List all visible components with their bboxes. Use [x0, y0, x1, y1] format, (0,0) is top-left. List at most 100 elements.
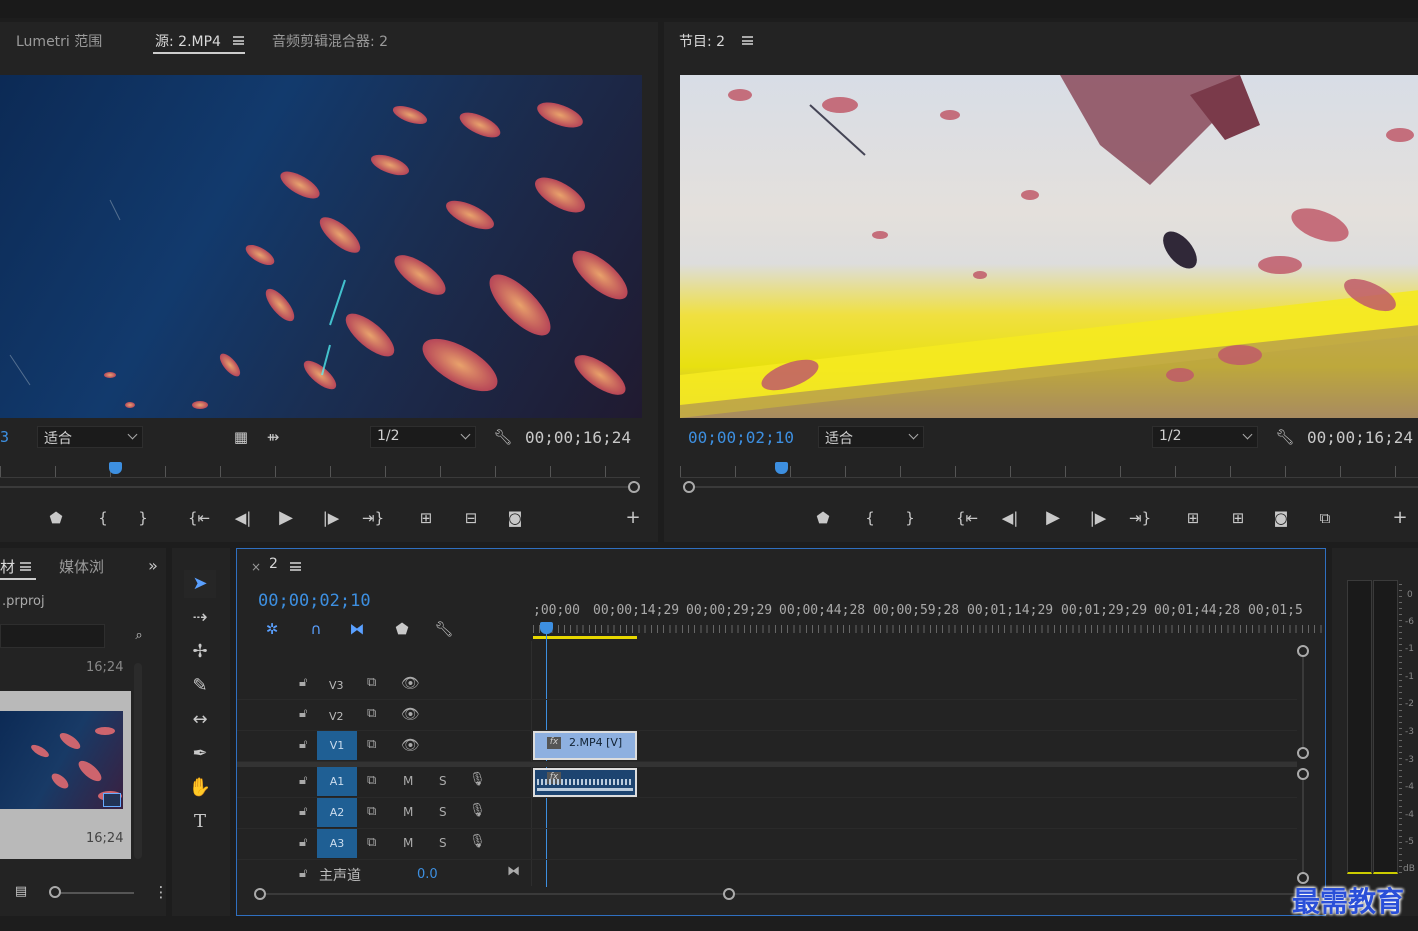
hand-tool-icon[interactable]: ✋	[184, 774, 216, 802]
lock-icon[interactable]: 🔓︎	[299, 804, 307, 819]
tab-program[interactable]: 节目: 2	[679, 31, 725, 51]
wrench-icon[interactable]: 🔧︎	[492, 427, 514, 447]
audio-clip[interactable]: fx	[533, 768, 637, 797]
timeline-current-time[interactable]: 00;00;02;10	[258, 591, 371, 611]
go-to-out-icon[interactable]: ⇥}	[362, 508, 384, 528]
audio-track-scrollbar[interactable]	[1302, 775, 1304, 875]
sync-lock-icon[interactable]: ⧉	[367, 773, 376, 788]
play-icon[interactable]: ▶	[1042, 508, 1064, 528]
source-zoom-handle[interactable]	[628, 481, 640, 493]
mute-button[interactable]: M	[403, 774, 413, 788]
play-icon[interactable]: ▶	[275, 508, 297, 528]
microphone-icon[interactable]: 🎙︎	[469, 803, 486, 818]
video-scroll-handle-bottom[interactable]	[1297, 747, 1309, 759]
drag-video-icon[interactable]: ⇻	[262, 427, 284, 447]
lock-icon[interactable]: 🔓︎	[299, 706, 307, 721]
tab-sequence[interactable]: 2	[269, 556, 278, 572]
clip-thumbnail-card[interactable]: 16;24	[0, 691, 131, 859]
thumbnail-size-slider[interactable]	[56, 892, 134, 894]
close-tab-icon[interactable]: ×	[245, 557, 267, 577]
track-select-tool-icon[interactable]: ⇢	[184, 604, 216, 632]
mute-button[interactable]: M	[403, 836, 413, 850]
nest-icon[interactable]: ✲	[261, 619, 283, 639]
master-volume-value[interactable]: 0.0	[417, 867, 438, 882]
lock-icon[interactable]: 🔓︎	[299, 773, 307, 788]
solo-button[interactable]: S	[439, 774, 447, 788]
microphone-icon[interactable]: 🎙︎	[469, 834, 486, 849]
lock-icon[interactable]: 🔓︎	[299, 675, 307, 690]
eye-icon[interactable]: 👁︎	[401, 736, 420, 754]
lock-icon[interactable]: 🔓︎	[299, 737, 307, 752]
source-playhead[interactable]	[109, 462, 122, 474]
linked-selection-icon[interactable]: ⧓	[346, 619, 368, 639]
solo-button[interactable]: S	[439, 805, 447, 819]
program-zoom-handle[interactable]	[683, 481, 695, 493]
marker-icon[interactable]: ⬟	[45, 508, 67, 528]
source-zoom-bar[interactable]	[0, 486, 630, 488]
source-resolution-dropdown[interactable]: 1/2	[370, 426, 476, 448]
mark-in-icon[interactable]: {	[859, 508, 881, 528]
mark-out-icon[interactable]: }	[899, 508, 921, 528]
panel-menu-icon[interactable]	[290, 562, 301, 571]
work-area-bar[interactable]	[533, 636, 637, 639]
camera-icon[interactable]: ◙	[1270, 508, 1292, 528]
video-clip[interactable]: fx 2.MP4 [V]	[533, 731, 637, 760]
source-timecode-fragment[interactable]: 3	[0, 428, 9, 446]
film-icon[interactable]: ▦	[230, 427, 252, 447]
track-target-v1[interactable]: V1	[317, 731, 357, 760]
mute-button[interactable]: M	[403, 805, 413, 819]
timeline-horizontal-scrollbar[interactable]	[261, 893, 1321, 895]
panel-menu-icon[interactable]	[742, 36, 753, 45]
sync-lock-icon[interactable]: ⧉	[367, 737, 376, 752]
program-resolution-dropdown[interactable]: 1/2	[1152, 426, 1258, 448]
eye-icon[interactable]: 👁︎	[401, 705, 420, 723]
tab-audio-clip-mixer[interactable]: 音频剪辑混合器: 2	[272, 31, 388, 51]
go-to-in-icon[interactable]: {⇤	[956, 508, 978, 528]
sync-lock-icon[interactable]: ⧉	[367, 706, 376, 721]
snap-icon[interactable]: ∩	[305, 619, 327, 639]
sync-lock-icon[interactable]: ⧉	[367, 804, 376, 819]
go-to-out-icon[interactable]: ⇥}	[1129, 508, 1151, 528]
go-to-end-icon[interactable]: ⧓	[507, 864, 520, 879]
program-time-ruler[interactable]	[680, 466, 1418, 478]
sync-lock-icon[interactable]: ⧉	[367, 675, 376, 690]
source-time-ruler[interactable]	[0, 466, 640, 478]
track-target-a3[interactable]: A3	[317, 829, 357, 858]
panel-overflow-icon[interactable]: »	[142, 556, 164, 576]
lock-icon[interactable]: 🔓︎	[299, 866, 307, 881]
more-options-icon[interactable]: ⋮	[150, 882, 172, 902]
add-button-icon[interactable]: +	[1389, 508, 1411, 528]
find-icon[interactable]: ⌕	[128, 626, 150, 646]
thumbnail-size-handle[interactable]	[49, 886, 61, 898]
source-fit-dropdown[interactable]: 适合	[37, 426, 143, 448]
selection-tool-icon[interactable]: ➤	[184, 570, 216, 598]
type-tool-icon[interactable]: T	[184, 808, 216, 836]
tab-source[interactable]: 源: 2.MP4	[155, 31, 221, 51]
program-fit-dropdown[interactable]: 适合	[818, 426, 924, 448]
tab-project[interactable]: 材	[0, 556, 15, 577]
camera-icon[interactable]: ◙	[504, 508, 526, 528]
mark-out-icon[interactable]: }	[132, 508, 154, 528]
comparison-view-icon[interactable]: ⧉	[1314, 508, 1336, 528]
tab-media-browser[interactable]: 媒体浏	[59, 556, 104, 577]
panel-menu-icon[interactable]	[233, 36, 244, 45]
timeline-ruler[interactable]: ;00;00 00;00;14;29 00;00;29;29 00;00;44;…	[533, 597, 1323, 639]
extract-icon[interactable]: ⊞	[1227, 508, 1249, 528]
mark-in-icon[interactable]: {	[92, 508, 114, 528]
eye-icon[interactable]: 👁︎	[401, 674, 420, 692]
horizontal-scroll-left-handle[interactable]	[254, 888, 266, 900]
ripple-edit-tool-icon[interactable]: ✢	[184, 638, 216, 666]
lift-icon[interactable]: ⊞	[1182, 508, 1204, 528]
razor-tool-icon[interactable]: ✎	[184, 672, 216, 700]
overwrite-icon[interactable]: ⊟	[460, 508, 482, 528]
insert-icon[interactable]: ⊞	[415, 508, 437, 528]
step-back-icon[interactable]: ◀|	[232, 508, 254, 528]
lock-icon[interactable]: 🔓︎	[299, 835, 307, 850]
freeform-view-icon[interactable]: ▤	[10, 882, 32, 902]
add-marker-icon[interactable]: ⬟	[391, 619, 413, 639]
pen-tool-icon[interactable]: ✒	[184, 740, 216, 768]
track-target-a2[interactable]: A2	[317, 798, 357, 827]
microphone-icon[interactable]: 🎙︎	[469, 772, 486, 787]
program-playhead[interactable]	[775, 462, 788, 474]
program-current-time[interactable]: 00;00;02;10	[688, 428, 794, 447]
